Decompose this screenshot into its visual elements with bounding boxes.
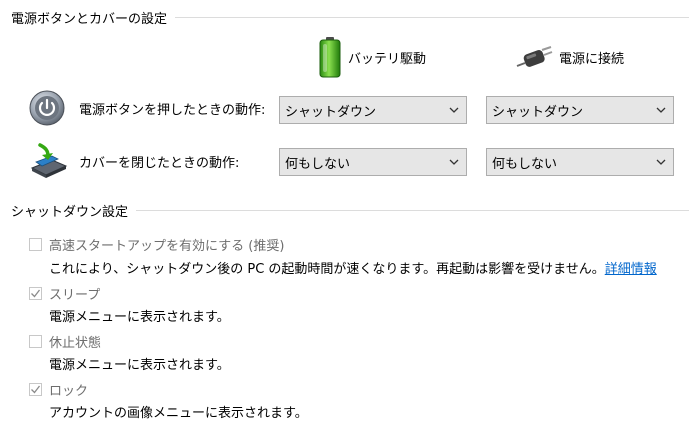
fast-startup-description: これにより、シャットダウン後の PC の起動時間が速くなります。再起動は影響を受… — [49, 258, 657, 277]
battery-column-header: バッテリ駆動 — [318, 36, 426, 78]
shutdown-settings-header: シャットダウン設定 — [11, 200, 689, 220]
laptop-lid-icon — [30, 143, 68, 178]
power-button-plugged-select[interactable]: シャットダウン — [486, 96, 674, 124]
sleep-checkbox[interactable] — [29, 287, 42, 300]
chevron-down-icon — [656, 107, 666, 113]
chevron-down-icon — [449, 159, 459, 165]
hibernate-label: 休止状態 — [49, 336, 102, 351]
power-button-action-label: 電源ボタンを押したときの動作: — [79, 102, 266, 118]
chevron-down-icon — [449, 107, 459, 113]
fast-startup-label: 高速スタートアップを有効にする (推奨) — [49, 239, 285, 254]
shutdown-settings-title: シャットダウン設定 — [11, 204, 129, 220]
checkmark-icon — [31, 385, 41, 394]
chevron-down-icon — [656, 159, 666, 165]
battery-icon — [319, 37, 341, 78]
power-settings-header: 電源ボタンとカバーの設定 — [11, 7, 689, 27]
power-plug-icon — [516, 46, 553, 67]
power-button-battery-value: シャットダウン — [285, 104, 377, 120]
lid-battery-select[interactable]: 何もしない — [279, 148, 467, 176]
lid-plugged-value: 何もしない — [492, 156, 558, 172]
header-divider — [175, 16, 689, 18]
sleep-option[interactable]: スリープ — [29, 284, 100, 303]
lid-action-label: カバーを閉じたときの動作: — [79, 155, 240, 171]
battery-column-label: バッテリ駆動 — [348, 51, 427, 67]
lid-plugged-select[interactable]: 何もしない — [486, 148, 674, 176]
lid-battery-value: 何もしない — [285, 156, 351, 172]
more-info-link[interactable]: 詳細情報 — [605, 262, 657, 277]
fast-startup-description-text: これにより、シャットダウン後の PC の起動時間が速くなります。再起動は影響を受… — [49, 262, 605, 277]
checkmark-icon — [31, 289, 41, 298]
lock-option[interactable]: ロック — [29, 380, 88, 399]
power-button-battery-select[interactable]: シャットダウン — [279, 96, 467, 124]
sleep-label: スリープ — [49, 288, 101, 303]
power-button-row-label: 電源ボタンを押したときの動作: — [28, 89, 265, 127]
hibernate-description: 電源メニューに表示されます。 — [49, 358, 230, 373]
header-divider — [136, 209, 689, 211]
plugged-column-label: 電源に接続 — [559, 51, 625, 67]
power-button-plugged-value: シャットダウン — [492, 104, 584, 120]
lock-description: アカウントの画像メニューに表示されます。 — [49, 406, 308, 421]
hibernate-checkbox[interactable] — [29, 335, 42, 348]
fast-startup-option[interactable]: 高速スタートアップを有効にする (推奨) — [29, 235, 284, 254]
plugged-column-header: 電源に接続 — [515, 44, 624, 70]
lock-checkbox[interactable] — [29, 383, 42, 396]
hibernate-option[interactable]: 休止状態 — [29, 332, 101, 351]
lock-label: ロック — [49, 384, 89, 399]
power-settings-title: 電源ボタンとカバーの設定 — [11, 11, 168, 27]
lid-row-label: カバーを閉じたときの動作: — [28, 142, 239, 180]
fast-startup-checkbox[interactable] — [29, 238, 42, 251]
sleep-description: 電源メニューに表示されます。 — [49, 310, 230, 325]
power-button-icon — [29, 90, 65, 126]
